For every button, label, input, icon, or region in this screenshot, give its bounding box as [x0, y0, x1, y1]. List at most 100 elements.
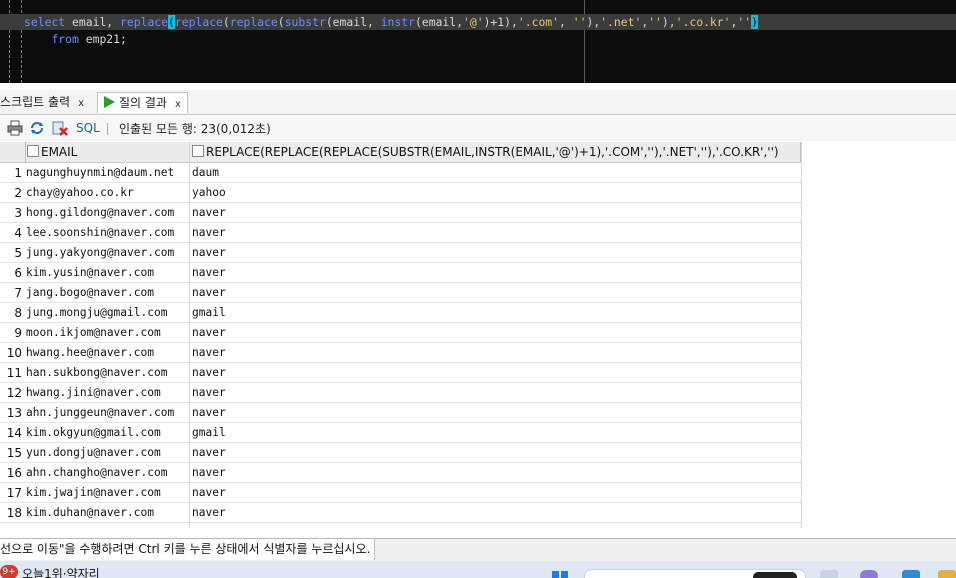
- taskbar-app-icon[interactable]: [938, 570, 956, 578]
- fetch-status: 인출된 모든 행: 23(0,012초): [119, 122, 271, 136]
- domain-cell[interactable]: naver: [192, 443, 226, 463]
- row-number-cell: 17: [6, 486, 22, 500]
- sql-editor[interactable]: select email, replace(replace(replace(su…: [0, 0, 956, 83]
- email-cell[interactable]: jang.bogo@naver.com: [26, 283, 154, 303]
- windows-start-icon[interactable]: [552, 571, 568, 578]
- domain-cell[interactable]: daum: [192, 163, 219, 183]
- code-token: ),: [661, 15, 676, 29]
- table-row[interactable]: 10 hwang.hee@naver.com naver: [0, 343, 802, 363]
- tab-query-result[interactable]: 질의 결과 x: [97, 92, 188, 113]
- table-row[interactable]: 3 hong.gildong@naver.com naver: [0, 203, 802, 223]
- code-line-1[interactable]: select email, replace(replace(replace(su…: [0, 14, 956, 30]
- print-icon[interactable]: [7, 120, 23, 136]
- row-number-cell: 6: [14, 266, 22, 280]
- domain-cell[interactable]: naver: [192, 203, 226, 223]
- taskbar-app-icon[interactable]: [860, 570, 878, 578]
- domain-cell[interactable]: gmail: [192, 423, 226, 443]
- code-token: select: [24, 15, 66, 29]
- code-token: emp21;: [78, 32, 127, 46]
- code-line-2[interactable]: from emp21;: [0, 31, 956, 47]
- status-message: 선으로 이동"을 수행하려면 Ctrl 키를 누른 상태에서 식별자를 누르십시…: [0, 539, 376, 560]
- refresh-icon[interactable]: [29, 120, 45, 136]
- close-icon[interactable]: x: [78, 98, 84, 109]
- email-cell[interactable]: yun.dongju@naver.com: [26, 443, 161, 463]
- domain-cell[interactable]: naver: [192, 483, 226, 503]
- email-cell[interactable]: kim.duhan@naver.com: [26, 503, 154, 523]
- column-header-email[interactable]: EMAIL: [27, 142, 187, 162]
- email-cell[interactable]: hwang.hee@naver.com: [26, 343, 154, 363]
- table-row[interactable]: 17 kim.jwajin@naver.com naver: [0, 483, 802, 503]
- email-cell[interactable]: chay@yahoo.co.kr: [26, 183, 134, 203]
- domain-cell[interactable]: naver: [192, 383, 226, 403]
- email-cell[interactable]: moon.ikjom@naver.com: [26, 323, 161, 343]
- tab-script-output[interactable]: 스크립트 출력 x: [0, 92, 84, 112]
- sql-button[interactable]: SQL: [76, 121, 100, 135]
- row-number-cell: 13: [6, 406, 22, 420]
- table-row[interactable]: 11 han.sukbong@naver.com naver: [0, 363, 802, 383]
- code-token: '.co.kr': [675, 15, 731, 29]
- cancel-query-icon[interactable]: [52, 120, 68, 136]
- domain-cell[interactable]: naver: [192, 463, 226, 483]
- column-header-replace[interactable]: REPLACE(REPLACE(REPLACE(SUBSTR(EMAIL,INS…: [192, 142, 800, 162]
- table-row[interactable]: 9 moon.ikjom@naver.com naver: [0, 323, 802, 343]
- table-row[interactable]: 16 ahn.changho@naver.com naver: [0, 463, 802, 483]
- grid-header: EMAIL REPLACE(REPLACE(REPLACE(SUBSTR(EMA…: [0, 142, 802, 163]
- table-row[interactable]: 14 kim.okgyun@gmail.com gmail: [0, 423, 802, 443]
- news-widget[interactable]: 오늘1위·약자리: [22, 565, 100, 578]
- table-row[interactable]: 8 jung.mongju@gmail.com gmail: [0, 303, 802, 323]
- email-cell[interactable]: jung.mongju@gmail.com: [26, 303, 167, 323]
- taskbar-search-box[interactable]: [584, 569, 806, 578]
- domain-cell[interactable]: gmail: [192, 303, 226, 323]
- table-row[interactable]: 6 kim.yusin@naver.com naver: [0, 263, 802, 283]
- code-token: substr: [284, 15, 326, 29]
- domain-cell[interactable]: yahoo: [192, 183, 226, 203]
- code-token: '': [572, 15, 587, 29]
- email-cell[interactable]: kim.okgyun@gmail.com: [26, 423, 161, 443]
- email-cell[interactable]: ahn.junggeun@naver.com: [26, 403, 174, 423]
- result-grid[interactable]: EMAIL REPLACE(REPLACE(REPLACE(SUBSTR(EMA…: [0, 142, 802, 528]
- table-row[interactable]: 13 ahn.junggeun@naver.com naver: [0, 403, 802, 423]
- grid-rows: 1 nagunghuynmin@daum.net daum 2 chay@yahoo.c…: [0, 163, 802, 528]
- table-row[interactable]: 19: [0, 523, 802, 528]
- row-number-cell: 5: [14, 246, 22, 260]
- column-sort-icon: [192, 145, 204, 157]
- close-icon[interactable]: x: [175, 99, 181, 110]
- email-cell[interactable]: hong.gildong@naver.com: [26, 203, 174, 223]
- table-row[interactable]: 18 kim.duhan@naver.com naver: [0, 503, 802, 523]
- row-number-cell: 1: [14, 166, 22, 180]
- domain-cell[interactable]: naver: [192, 223, 226, 243]
- tab-query-result-label: 질의 결과: [119, 96, 167, 110]
- taskbar-app-icon[interactable]: [820, 570, 838, 578]
- email-cell[interactable]: han.sukbong@naver.com: [26, 363, 167, 383]
- domain-cell[interactable]: naver: [192, 323, 226, 343]
- row-number-cell: 11: [6, 366, 22, 380]
- table-row[interactable]: 1 nagunghuynmin@daum.net daum: [0, 163, 802, 183]
- domain-cell[interactable]: naver: [192, 343, 226, 363]
- table-row[interactable]: 15 yun.dongju@naver.com naver: [0, 443, 802, 463]
- domain-cell[interactable]: naver: [192, 363, 226, 383]
- email-cell[interactable]: jung.yakyong@naver.com: [26, 243, 174, 263]
- domain-cell[interactable]: naver: [192, 403, 226, 423]
- code-token: (: [168, 15, 175, 29]
- code-token: '.com': [517, 15, 560, 29]
- email-cell[interactable]: ahn.changho@naver.com: [26, 463, 167, 483]
- domain-cell[interactable]: naver: [192, 243, 226, 263]
- domain-cell[interactable]: naver: [192, 503, 226, 523]
- domain-cell[interactable]: naver: [192, 263, 226, 283]
- notification-badge[interactable]: 9+: [0, 565, 18, 578]
- email-cell[interactable]: lee.soonshin@naver.com: [26, 223, 174, 243]
- table-row[interactable]: 5 jung.yakyong@naver.com naver: [0, 243, 802, 263]
- table-row[interactable]: 12 hwang.jini@naver.com naver: [0, 383, 802, 403]
- domain-cell[interactable]: naver: [192, 283, 226, 303]
- email-cell[interactable]: kim.yusin@naver.com: [26, 263, 154, 283]
- email-cell[interactable]: nagunghuynmin@daum.net: [26, 163, 174, 183]
- email-cell[interactable]: hwang.jini@naver.com: [26, 383, 161, 403]
- taskbar-app-icon[interactable]: [902, 570, 920, 578]
- os-taskbar: 9+ 오늘1위·약자리: [0, 561, 956, 578]
- table-row[interactable]: 4 lee.soonshin@naver.com naver: [0, 223, 802, 243]
- row-number-cell: 19: [0, 523, 22, 528]
- email-cell[interactable]: kim.jwajin@naver.com: [26, 483, 161, 503]
- table-row[interactable]: 7 jang.bogo@naver.com naver: [0, 283, 802, 303]
- table-row[interactable]: 2 chay@yahoo.co.kr yahoo: [0, 183, 802, 203]
- row-number-cell: 7: [14, 286, 22, 300]
